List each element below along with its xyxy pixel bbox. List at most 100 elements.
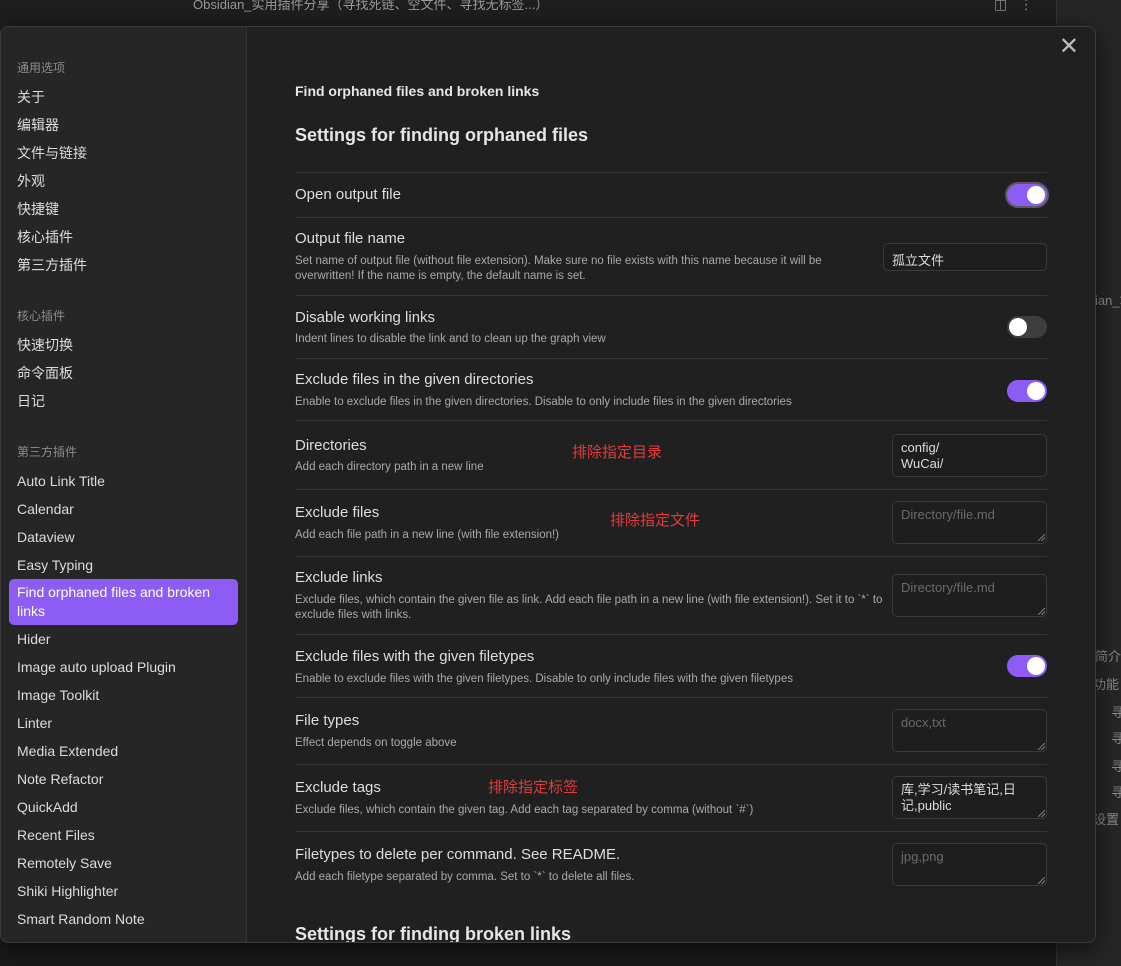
sidebar-item-remotely-save[interactable]: Remotely Save bbox=[9, 849, 238, 877]
filetypes-delete-textarea[interactable]: jpg,png bbox=[892, 843, 1047, 886]
annotation-exclude-files: 排除指定文件 bbox=[610, 512, 701, 529]
setting-filetypes-to-delete: Filetypes to delete per command. See REA… bbox=[295, 831, 1047, 898]
resize-handle-icon[interactable] bbox=[1038, 810, 1045, 817]
setting-exclude-directories-toggle: Exclude files in the given directories E… bbox=[295, 358, 1047, 421]
resize-handle-icon[interactable] bbox=[1038, 608, 1045, 615]
setting-name: Disable working links bbox=[295, 309, 436, 326]
toggle-knob bbox=[1027, 186, 1045, 204]
setting-file-types: File types Effect depends on toggle abov… bbox=[295, 697, 1047, 764]
sidebar-heading-core-plugins: 核心插件 bbox=[17, 309, 66, 323]
setting-name: Directories bbox=[295, 437, 367, 454]
setting-name: Exclude links bbox=[295, 569, 383, 586]
sidebar-item-appearance[interactable]: 外观 bbox=[9, 167, 238, 195]
bg-fragment: 寻 bbox=[1111, 759, 1121, 774]
sidebar-item-image-toolkit[interactable]: Image Toolkit bbox=[9, 681, 238, 709]
sidebar-item-core-plugins[interactable]: 核心插件 bbox=[9, 223, 238, 251]
setting-open-output-file: Open output file bbox=[295, 172, 1047, 218]
setting-exclude-links: Exclude links Exclude files, which conta… bbox=[295, 556, 1047, 634]
sidebar-item-about[interactable]: 关于 bbox=[9, 83, 238, 111]
annotation-directories: 排除指定目录 bbox=[572, 444, 663, 461]
directories-textarea[interactable]: config/ WuCai/ bbox=[892, 434, 1047, 477]
setting-description: Indent lines to disable the link and to … bbox=[295, 333, 606, 345]
sidebar-item-editor[interactable]: 编辑器 bbox=[9, 111, 238, 139]
output-file-name-input[interactable]: 孤立文件 bbox=[883, 243, 1047, 271]
toggle-knob bbox=[1009, 318, 1027, 336]
setting-description: Enable to exclude files in the given dir… bbox=[295, 396, 792, 408]
toggle-knob bbox=[1027, 657, 1045, 675]
section-title-orphaned: Settings for finding orphaned files bbox=[295, 125, 589, 145]
sidebar-item-hotkeys[interactable]: 快捷键 bbox=[9, 195, 238, 223]
sidebar-item-auto-link-title[interactable]: Auto Link Title bbox=[9, 467, 238, 495]
setting-exclude-files: Exclude files Add each file path in a ne… bbox=[295, 489, 1047, 556]
plugin-title: Find orphaned files and broken links bbox=[295, 83, 540, 99]
open-output-toggle[interactable] bbox=[1007, 184, 1047, 206]
setting-directories: Directories Add each directory path in a… bbox=[295, 420, 1047, 489]
setting-description: Exclude files, which contain the given t… bbox=[295, 804, 754, 816]
sidebar-item-find-orphaned[interactable]: Find orphaned files and broken links bbox=[9, 579, 238, 625]
sidebar-item-note-refactor[interactable]: Note Refactor bbox=[9, 765, 238, 793]
sidebar-item-smart-random-note[interactable]: Smart Random Note bbox=[9, 905, 238, 933]
bg-fragment: 寻 bbox=[1111, 785, 1121, 800]
sidebar-item-daily-notes[interactable]: 日记 bbox=[9, 387, 238, 415]
sidebar-item-community-plugins[interactable]: 第三方插件 bbox=[9, 251, 238, 279]
bg-fragment: 简介 bbox=[1095, 649, 1121, 664]
disable-working-links-toggle[interactable] bbox=[1007, 316, 1047, 338]
file-types-textarea[interactable]: docx,txt bbox=[892, 709, 1047, 752]
sidebar-item-linter[interactable]: Linter bbox=[9, 709, 238, 737]
setting-exclude-tags: Exclude tags Exclude files, which contai… bbox=[295, 764, 1047, 831]
bg-fragment: 设置 bbox=[1093, 812, 1120, 827]
sidebar-item-image-auto-upload[interactable]: Image auto upload Plugin bbox=[9, 653, 238, 681]
setting-name: Exclude files with the given filetypes bbox=[295, 648, 535, 665]
setting-name: Open output file bbox=[295, 186, 401, 203]
setting-description: Effect depends on toggle above bbox=[295, 737, 457, 749]
setting-name: Exclude tags bbox=[295, 779, 381, 796]
exclude-directories-toggle[interactable] bbox=[1007, 380, 1047, 402]
setting-name: Output file name bbox=[295, 230, 406, 247]
setting-disable-working-links: Disable working links Indent lines to di… bbox=[295, 295, 1047, 358]
resize-handle-icon[interactable] bbox=[1038, 743, 1045, 750]
setting-name: Exclude files in the given directories bbox=[295, 371, 534, 388]
sidebar-item-calendar[interactable]: Calendar bbox=[9, 495, 238, 523]
setting-name: Exclude files bbox=[295, 504, 380, 521]
exclude-tags-textarea[interactable]: 库,学习/读书笔记,日记,public bbox=[892, 776, 1047, 819]
setting-description: Add each file path in a new line (with f… bbox=[295, 529, 560, 541]
exclude-filetypes-toggle[interactable] bbox=[1007, 655, 1047, 677]
exclude-links-textarea[interactable]: Directory/file.md bbox=[892, 574, 1047, 617]
sidebar-item-media-extended[interactable]: Media Extended bbox=[9, 737, 238, 765]
annotation-exclude-tags: 排除指定标签 bbox=[488, 779, 579, 796]
sidebar-heading-community-plugins: 第三方插件 bbox=[17, 445, 78, 459]
setting-description: Exclude files, which contain the given f… bbox=[295, 594, 883, 621]
sidebar-item-hider[interactable]: Hider bbox=[9, 625, 238, 653]
sidebar-item-easy-typing[interactable]: Easy Typing bbox=[9, 551, 238, 579]
setting-name: Filetypes to delete per command. See REA… bbox=[295, 846, 621, 863]
sidebar-item-files-links[interactable]: 文件与链接 bbox=[9, 139, 238, 167]
sidebar-item-command-palette[interactable]: 命令面板 bbox=[9, 359, 238, 387]
bg-fragment: 寻 bbox=[1111, 731, 1121, 746]
setting-description: Add each filetype separated by comma. Se… bbox=[295, 871, 635, 883]
bg-fragment: ian_笔 bbox=[1095, 293, 1121, 308]
setting-name: File types bbox=[295, 712, 360, 729]
background-toolbar-icons: ◫⋮ bbox=[994, 0, 1046, 12]
settings-modal: 通用选项 关于 编辑器 文件与链接 外观 快捷键 核心插件 第三方插件 核心插件… bbox=[0, 26, 1096, 943]
resize-handle-icon[interactable] bbox=[1038, 877, 1045, 884]
setting-description: Add each directory path in a new line bbox=[295, 461, 484, 473]
toggle-knob bbox=[1027, 382, 1045, 400]
setting-output-file-name: Output file name Set name of output file… bbox=[295, 217, 1047, 295]
sidebar-item-recent-files[interactable]: Recent Files bbox=[9, 821, 238, 849]
settings-sidebar: 通用选项 关于 编辑器 文件与链接 外观 快捷键 核心插件 第三方插件 核心插件… bbox=[1, 27, 247, 942]
resize-handle-icon[interactable] bbox=[1038, 534, 1045, 541]
exclude-files-textarea[interactable]: Directory/file.md bbox=[892, 501, 1047, 544]
sidebar-item-dataview[interactable]: Dataview bbox=[9, 523, 238, 551]
setting-description: Enable to exclude files with the given f… bbox=[295, 673, 793, 685]
setting-description: Set name of output file (without file ex… bbox=[295, 255, 822, 282]
sidebar-item-quick-switcher[interactable]: 快速切换 bbox=[9, 331, 238, 359]
sidebar-item-shiki-highlighter[interactable]: Shiki Highlighter bbox=[9, 877, 238, 905]
setting-exclude-filetypes-toggle: Exclude files with the given filetypes E… bbox=[295, 634, 1047, 697]
sidebar-item-quickadd[interactable]: QuickAdd bbox=[9, 793, 238, 821]
bg-fragment: 功能 bbox=[1093, 677, 1120, 692]
sidebar-heading-general: 通用选项 bbox=[17, 61, 66, 75]
section-title-broken-links: Settings for finding broken links bbox=[295, 924, 572, 942]
bg-fragment: 寻 bbox=[1111, 705, 1121, 720]
background-statusbar bbox=[0, 942, 1056, 966]
background-titlebar: Obsidian_实用插件分享（寻找死链、空文件、寻找无标签...） ◫⋮ bbox=[0, 0, 1056, 26]
